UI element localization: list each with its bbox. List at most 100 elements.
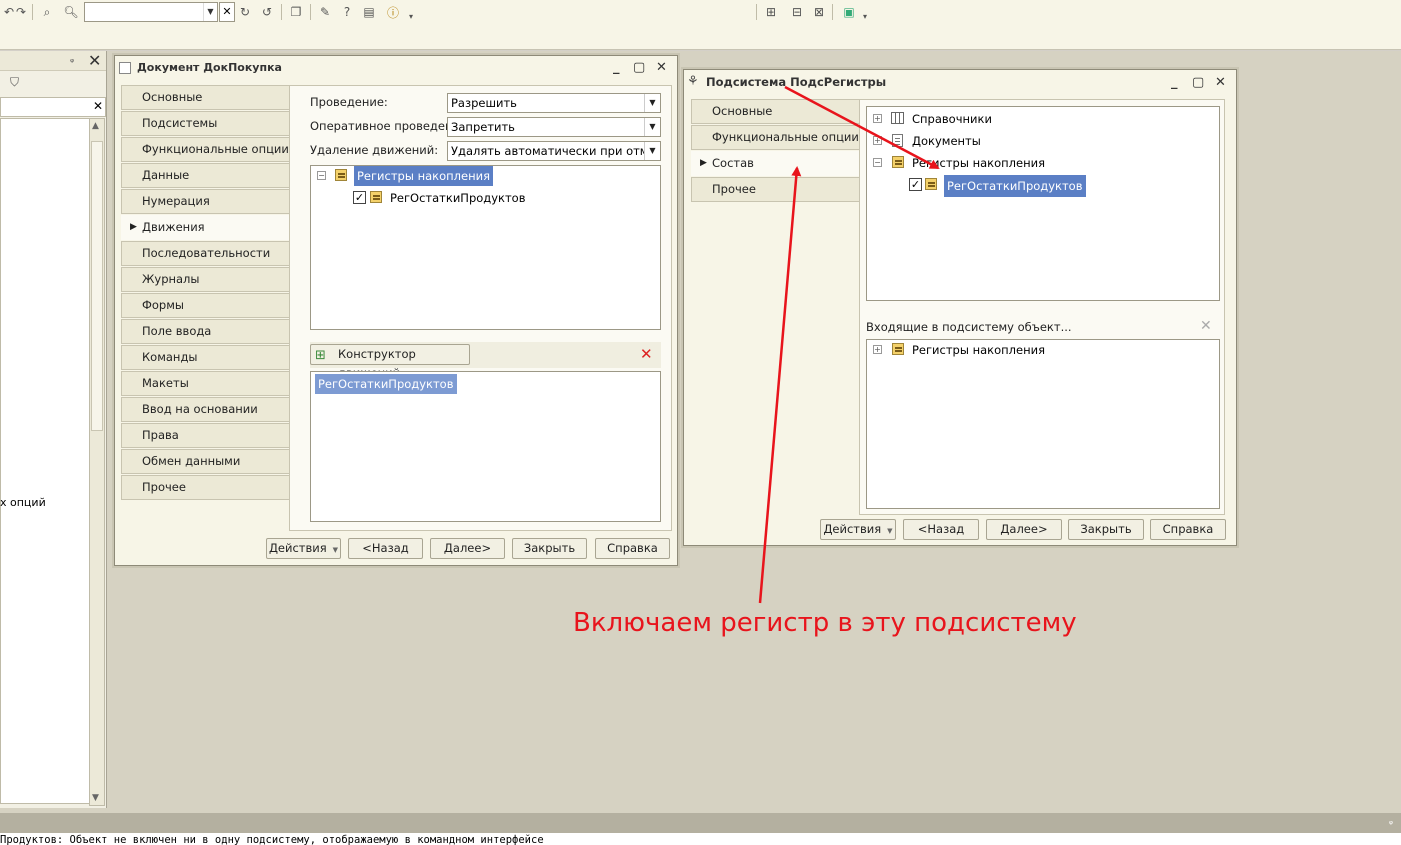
tree-item-row[interactable]: ✓ РегОстаткиПродуктов (353, 188, 643, 208)
registers-tree[interactable]: − Регистры накопления ✓ РегОстаткиПродук… (310, 165, 661, 330)
tab-pole-vvoda[interactable]: Поле ввода (121, 319, 289, 344)
tab-formy[interactable]: Формы (121, 293, 289, 318)
movements-list[interactable]: РегОстаткиПродуктов (310, 371, 661, 522)
layout2-icon[interactable]: ⊟ (788, 3, 806, 21)
chevron-down-icon[interactable]: ▼ (644, 142, 660, 160)
delete-movements-select[interactable]: Удалять автоматически при отмене ▼ (447, 141, 661, 161)
configuration-tree[interactable] (0, 118, 90, 804)
chevron-down-icon[interactable]: ▼ (203, 3, 217, 21)
accumulation-register-icon (892, 156, 904, 168)
find-next-icon[interactable]: ↻ (236, 3, 254, 21)
layout-icon[interactable]: ⊞ (762, 3, 780, 21)
tab-osnovnye[interactable]: Основные (121, 85, 289, 110)
metadata-tree[interactable]: + Справочники + Документы − Регистры нак… (866, 106, 1220, 301)
minimize-icon[interactable]: _ (1171, 75, 1178, 90)
tab-sostav[interactable]: ▶ Состав (691, 151, 859, 176)
redo-icon[interactable]: ↷ (12, 3, 30, 21)
collapse-icon[interactable]: − (317, 171, 326, 180)
tab-funktsionalnye-optsii[interactable]: Функциональные опции (691, 125, 859, 150)
chevron-down-icon[interactable]: ▾ (856, 7, 874, 25)
help-button[interactable]: Справка (1150, 519, 1226, 540)
back-button[interactable]: <Назад (903, 519, 979, 540)
incoming-objects-tree[interactable]: + Регистры накопления (866, 339, 1220, 509)
expand-icon[interactable]: + (873, 114, 882, 123)
pin-icon[interactable]: ᵩ (1389, 816, 1393, 827)
chevron-down-icon[interactable]: ▼ (644, 118, 660, 136)
tree-item-label: РегОстаткиПродуктов (390, 191, 526, 205)
message-line: Продуктов: Объект не включен ни в одну п… (0, 833, 1401, 845)
list-item[interactable]: РегОстаткиПродуктов (315, 374, 457, 394)
find-icon[interactable]: ⌕ (38, 3, 56, 21)
close-button[interactable]: Закрыть (512, 538, 587, 559)
find-prev-icon[interactable]: ↺ (258, 3, 276, 21)
accumulation-register-icon (925, 178, 937, 190)
toolbar-search-input[interactable]: ▼ (84, 2, 218, 22)
info-icon[interactable]: ⓘ (384, 3, 402, 21)
back-button[interactable]: <Назад (348, 538, 423, 559)
window-icon[interactable]: ❐ (287, 3, 305, 21)
panel-header: ᵩ ✕ (0, 51, 106, 71)
close-icon[interactable]: ✕ (93, 99, 103, 113)
vertical-scrollbar[interactable]: ▲ ▼ (89, 118, 105, 806)
close-icon[interactable]: ✕ (88, 51, 101, 70)
filter-icon[interactable]: ⛉ (10, 75, 19, 90)
tab-komandy[interactable]: Команды (121, 345, 289, 370)
search-icon[interactable]: 🔍︎ (62, 3, 80, 21)
movements-constructor-button[interactable]: ⊞ Конструктор движений (310, 344, 470, 380)
tab-osnovnye[interactable]: Основные (691, 99, 859, 124)
tab-funktsionalnye-optsii[interactable]: Функциональные опции (121, 137, 289, 162)
subsystem-icon: ⚘ (687, 74, 699, 89)
checkbox[interactable]: ✓ (909, 178, 922, 191)
expand-icon[interactable]: + (873, 136, 882, 145)
document-icon (892, 134, 903, 147)
scroll-down-icon[interactable]: ▼ (92, 793, 99, 803)
help-search-icon[interactable]: ? (338, 3, 356, 21)
scroll-up-icon[interactable]: ▲ (92, 121, 99, 131)
tab-vvod-na-osnovanii[interactable]: Ввод на основании (121, 397, 289, 422)
doc-icon[interactable]: ▤ (360, 3, 378, 21)
posting-select[interactable]: Разрешить ▼ (447, 93, 661, 113)
delete-icon[interactable]: ✕ (640, 345, 653, 363)
tab-podsistemy[interactable]: Подсистемы (121, 111, 289, 136)
tab-zhurnaly[interactable]: Журналы (121, 267, 289, 292)
checkbox[interactable]: ✓ (353, 191, 366, 204)
tree-group-row[interactable]: − Регистры накопления (317, 166, 647, 186)
help-button[interactable]: Справка (595, 538, 670, 559)
actions-button[interactable]: Действия ▼ (820, 519, 896, 540)
maximize-icon[interactable]: ▢ (633, 60, 645, 75)
tab-prava[interactable]: Права (121, 423, 289, 448)
expand-icon[interactable]: + (873, 345, 882, 354)
delete-icon[interactable]: ✕ (1200, 318, 1212, 334)
catalog-icon (891, 112, 904, 124)
tab-numeratsiya[interactable]: Нумерация (121, 189, 289, 214)
tab-makety[interactable]: Макеты (121, 371, 289, 396)
close-icon[interactable]: ✕ (656, 60, 667, 75)
realtime-posting-label: Оперативное проведен... (310, 119, 464, 133)
wizard-icon[interactable]: ✎ (316, 3, 334, 21)
tab-content: + Справочники + Документы − Регистры нак… (859, 99, 1225, 515)
realtime-posting-select[interactable]: Запретить ▼ (447, 117, 661, 137)
tab-prochee[interactable]: Прочее (121, 475, 289, 500)
actions-button[interactable]: Действия ▼ (266, 538, 341, 559)
chevron-down-icon[interactable]: ▾ (402, 7, 420, 25)
layout3-icon[interactable]: ⊠ (810, 3, 828, 21)
tree-group-label: Регистры накопления (354, 166, 493, 186)
close-button[interactable]: Закрыть (1068, 519, 1144, 540)
collapse-icon[interactable]: − (873, 158, 882, 167)
clear-search-button[interactable]: ✕ (219, 2, 235, 22)
tab-dvizheniya[interactable]: ▶ Движения (121, 215, 289, 240)
tab-prochee[interactable]: Прочее (691, 177, 859, 202)
document-window: Документ ДокПокупка _ ▢ ✕ Основные Подси… (114, 55, 678, 566)
scroll-thumb[interactable] (91, 141, 103, 431)
tab-posledovatelnosti[interactable]: Последовательности (121, 241, 289, 266)
chevron-down-icon[interactable]: ▼ (644, 94, 660, 112)
tab-dannye[interactable]: Данные (121, 163, 289, 188)
panel-search-input[interactable]: ✕ (0, 97, 106, 117)
next-button[interactable]: Далее> (430, 538, 505, 559)
tab-obmen-dannymi[interactable]: Обмен данными (121, 449, 289, 474)
close-icon[interactable]: ✕ (1215, 75, 1226, 90)
maximize-icon[interactable]: ▢ (1192, 75, 1204, 90)
minimize-icon[interactable]: _ (613, 60, 620, 75)
pin-icon[interactable]: ᵩ (70, 54, 74, 65)
next-button[interactable]: Далее> (986, 519, 1062, 540)
